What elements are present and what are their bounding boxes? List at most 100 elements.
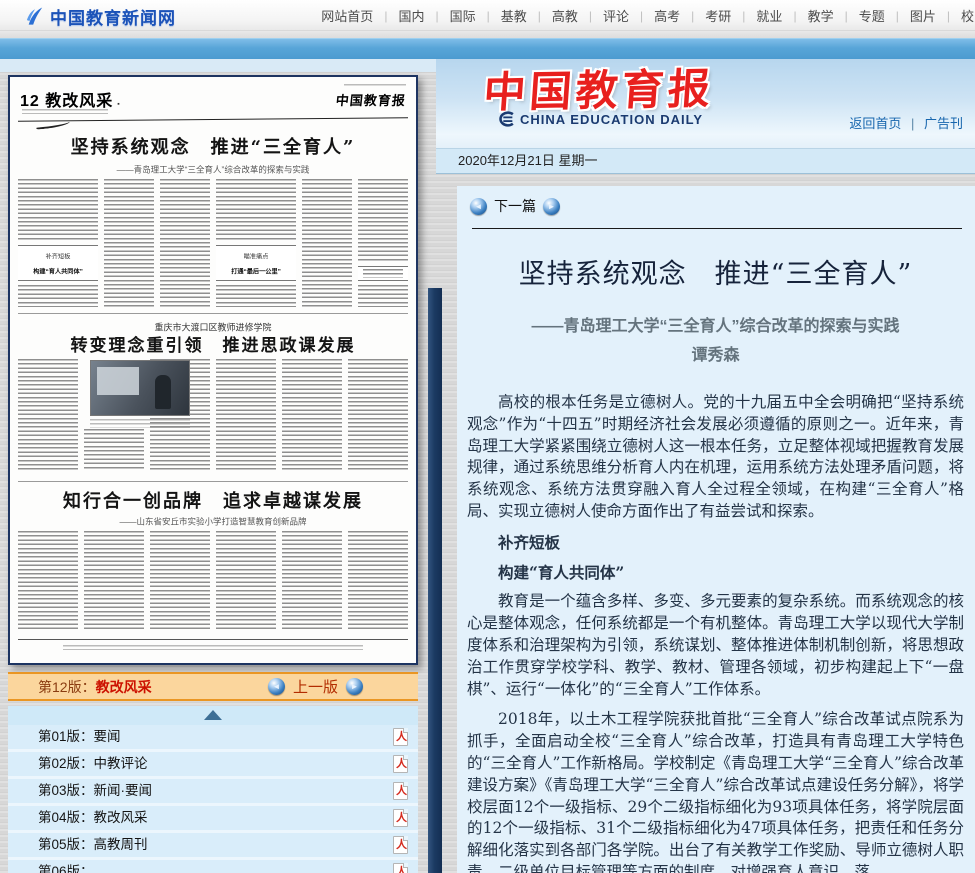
thumb-text-block	[216, 359, 276, 471]
thumb-box1-line2: 构建“育人共同体”	[33, 266, 83, 275]
prev-page-globe-icon[interactable]	[268, 678, 285, 695]
thumb-text-block	[18, 531, 78, 631]
nav-item-pictures[interactable]: 图片	[899, 6, 947, 25]
pdf-icon-glyph: 人	[396, 758, 407, 771]
prev-page-link[interactable]: 上一版	[293, 676, 338, 697]
thumb-text-column	[160, 179, 210, 307]
thumb-header-rule-tail	[36, 120, 70, 130]
pdf-icon[interactable]: 人	[393, 755, 408, 773]
next-article-link[interactable]: 下一篇	[494, 196, 536, 216]
page-list-label: 第03版：新闻·要闻	[38, 783, 152, 798]
nav-item-higher-edu[interactable]: 高教	[541, 6, 589, 25]
thumb-text-column	[348, 531, 408, 631]
thumb-text-block	[282, 531, 342, 631]
article-panel: 下一篇 坚持系统观念 推进“三全育人” ——青岛理工大学“三全育人”综合改革的探…	[457, 186, 975, 873]
thumb-footer-rule	[18, 639, 408, 640]
thumb-text-column	[282, 359, 342, 471]
pdf-icon[interactable]: 人	[393, 809, 408, 827]
article-subtitle: ——青岛理工大学“三全育人”综合改革的探索与实践	[467, 312, 964, 336]
link-separator: |	[905, 116, 920, 131]
thumb-text-column	[104, 179, 154, 307]
masthead-area: 中国教育报 CHINA EDUCATION DAILY 返回首页 | 广告刊	[436, 59, 975, 148]
nav-item-kaoyan[interactable]: 考研	[694, 6, 742, 25]
site-logo-swoosh-icon	[26, 6, 44, 27]
thumb-footer-text	[63, 645, 363, 650]
nav-item-international[interactable]: 国际	[439, 6, 487, 25]
nav-item-domestic[interactable]: 国内	[387, 6, 435, 25]
nav-item-teaching[interactable]: 教学	[797, 6, 845, 25]
pager-divider	[472, 228, 962, 229]
nav-item-basic-edu[interactable]: 基教	[490, 6, 538, 25]
nav-item-clipped[interactable]: 校	[950, 6, 975, 25]
prev-page-globe-icon-right[interactable]	[346, 678, 363, 695]
thumb-article2-columns	[18, 359, 408, 471]
thumb-text-block	[18, 285, 98, 307]
thumb-header-rule	[18, 117, 408, 121]
thumb-article-divider	[18, 481, 408, 482]
prev-article-globe-icon[interactable]	[470, 198, 487, 215]
nav-item-special[interactable]: 专题	[848, 6, 896, 25]
thumb-text-column	[18, 531, 78, 631]
thumb-text-column	[150, 531, 210, 631]
thumb-box2-line2: 打通“最后一公里”	[231, 266, 281, 275]
top-navigation: 网站首页| 国内| 国际| 基教| 高教| 评论| 高考| 考研| 就业| 教学…	[310, 0, 975, 31]
navy-side-strip	[428, 288, 442, 873]
pdf-icon[interactable]: 人	[393, 863, 408, 873]
thumb-text-column	[84, 531, 144, 631]
thumb-text-block	[104, 179, 154, 307]
thumb-text-column	[216, 359, 276, 471]
thumb-page-number-title: 12 教改风采	[20, 87, 113, 111]
ad-link[interactable]: 广告刊	[924, 116, 963, 131]
thumb-text-column	[358, 179, 408, 307]
back-home-link[interactable]: 返回首页	[849, 116, 901, 131]
photo-speaker-figure	[155, 375, 171, 409]
thumb-text-block	[18, 179, 98, 241]
pdf-icon[interactable]: 人	[393, 836, 408, 854]
page-list-item-03[interactable]: 第03版：新闻·要闻 人	[8, 779, 418, 803]
page-list-item-02[interactable]: 第02版：中教评论 人	[8, 752, 418, 776]
page-list-item-06[interactable]: 第06版： 人	[8, 860, 418, 873]
article-section-heading-1: 补齐短板	[467, 532, 964, 554]
page-list-label: 第01版：要闻	[38, 729, 121, 744]
article-paragraph-3: 2018年，以土木工程学院获批首批“三全育人”综合改革试点院系为抓手，全面启动全…	[467, 709, 964, 873]
nav-item-employment[interactable]: 就业	[745, 6, 793, 25]
thumb-text-column	[282, 531, 342, 631]
page-list-item-05[interactable]: 第05版：高教周刊 人	[8, 833, 418, 857]
pdf-icon[interactable]: 人	[393, 782, 408, 800]
thumb-text-block	[216, 531, 276, 631]
thumb-text-block	[358, 179, 408, 262]
top-site-bar: 中国教育新闻网 网站首页| 国内| 国际| 基教| 高教| 评论| 高考| 考研…	[0, 0, 975, 31]
site-logo[interactable]: 中国教育新闻网	[26, 4, 176, 29]
page-list-item-01[interactable]: 第01版：要闻 人	[8, 725, 418, 749]
nav-item-home[interactable]: 网站首页	[310, 6, 384, 25]
edition-page-list: 第01版：要闻 人 第02版：中教评论 人 第03版：新闻·要闻 人 第04版：…	[8, 725, 418, 873]
thumb-text-block	[348, 531, 408, 631]
nav-item-comment[interactable]: 评论	[592, 6, 640, 25]
thumb-text-column	[216, 531, 276, 631]
thumb-text-block	[160, 179, 210, 307]
site-name: 中国教育新闻网	[50, 4, 176, 29]
collapse-triangle-icon[interactable]	[204, 710, 222, 720]
next-article-globe-icon[interactable]	[543, 198, 560, 215]
page-list-item-04[interactable]: 第04版：教改风采 人	[8, 806, 418, 830]
prev-page-control: 上一版	[268, 676, 363, 697]
page-root: 中国教育新闻网 网站首页| 国内| 国际| 基教| 高教| 评论| 高考| 考研…	[0, 0, 975, 873]
thumb-text-column	[18, 359, 78, 471]
pdf-icon[interactable]: 人	[393, 728, 408, 746]
thumb-header-mark: ▪	[117, 101, 119, 108]
thumb-text-block	[363, 269, 403, 278]
thumb-text-column: 补齐短板 构建“育人共同体”	[18, 179, 98, 307]
brand-globe-icon	[498, 111, 515, 128]
newspaper-page-image[interactable]: 12 教改风采 ▪ 中国教育报 坚持系统观念 推进“三全育人” ——青岛理工大学…	[8, 75, 418, 665]
thumb-section-box-1: 补齐短板 构建“育人共同体”	[18, 245, 98, 281]
thumb-text-block	[282, 359, 342, 471]
pdf-icon-glyph: 人	[396, 812, 407, 825]
thumb-article3-title: 知行合一创品牌 追求卓越谋发展	[18, 487, 408, 513]
nav-item-gaokao[interactable]: 高考	[643, 6, 691, 25]
thumb-text-block	[84, 531, 144, 631]
article-title: 坚持系统观念 推进“三全育人”	[467, 252, 964, 291]
article-pager: 下一篇	[470, 196, 560, 216]
current-page-prefix: 第12版：	[38, 679, 96, 695]
page-list-label: 第02版：中教评论	[38, 756, 148, 771]
thumb-article1-title: 坚持系统观念 推进“三全育人”	[18, 133, 408, 159]
